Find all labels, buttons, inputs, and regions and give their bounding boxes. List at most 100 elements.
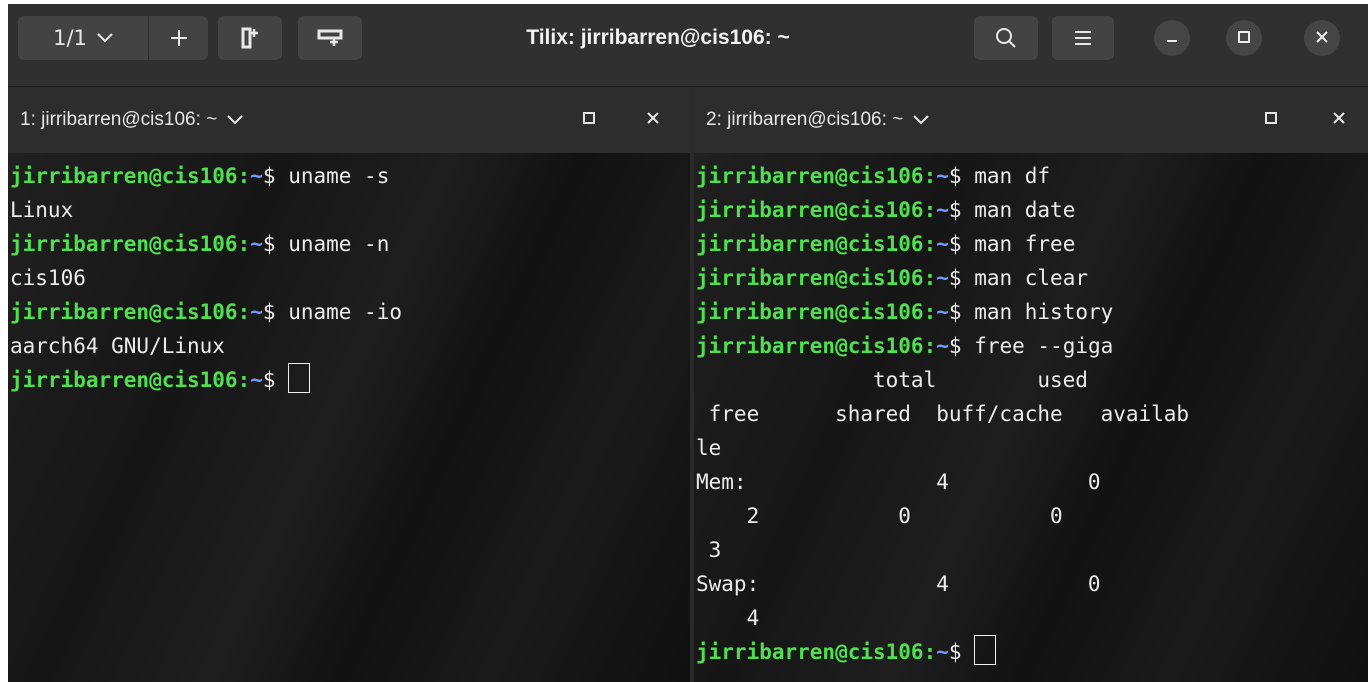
output-line: Swap: 4 0	[696, 567, 1368, 601]
prompt-line: jirribarren@cis106:~$ man date	[696, 193, 1368, 227]
output-text: free shared buff/cache availab	[696, 402, 1190, 426]
prompt-sigil: $	[262, 368, 289, 392]
pane-maximize-button[interactable]	[1262, 111, 1280, 129]
output-text: 3	[696, 538, 722, 562]
prompt-separator: :	[923, 300, 937, 324]
output-line: 3	[696, 533, 1368, 567]
pane-close-button[interactable]	[644, 111, 662, 129]
prompt-separator: :	[237, 300, 251, 324]
minimize-button[interactable]	[1154, 20, 1190, 56]
pane-title-bar: 2: jirribarren@cis106: ~	[694, 87, 1368, 153]
search-button[interactable]	[974, 16, 1038, 60]
prompt-user: jirribarren@cis106	[696, 232, 924, 256]
prompt-sigil: $	[262, 300, 289, 324]
command-text: uname -n	[288, 232, 390, 256]
pane-close-button[interactable]	[1330, 111, 1348, 129]
prompt-separator: :	[237, 232, 251, 256]
pane-title-menu[interactable]: 2: jirribarren@cis106: ~	[706, 109, 929, 131]
add-session-button[interactable]	[149, 16, 208, 60]
prompt-path: ~	[250, 368, 263, 392]
prompt-path: ~	[936, 266, 949, 290]
output-text: total used	[696, 368, 1088, 392]
terminal-output[interactable]: jirribarren@cis106:~$ uname -s Linux jirri…	[8, 153, 690, 682]
command-text: free --giga	[974, 334, 1114, 358]
output-text: Mem: 4 0	[696, 470, 1101, 494]
tilix-window: 1/1 Tilix: jirribarren@cis106: ~ 1: jirr…	[8, 4, 1368, 682]
output-line: le	[696, 431, 1368, 465]
prompt-line: jirribarren@cis106:~$ uname -io	[10, 295, 690, 329]
terminal-output[interactable]: jirribarren@cis106:~$ man df jirribarren@…	[694, 153, 1368, 682]
maximize-icon	[1264, 109, 1278, 131]
prompt-line: jirribarren@cis106:~$	[696, 635, 1368, 669]
close-icon	[1315, 29, 1329, 48]
split-down-button[interactable]	[298, 16, 362, 60]
prompt-sigil: $	[948, 334, 975, 358]
header-bar: 1/1 Tilix: jirribarren@cis106: ~	[8, 4, 1368, 87]
output-line: 4	[696, 601, 1368, 635]
prompt-user: jirribarren@cis106	[696, 164, 924, 188]
prompt-separator: :	[923, 334, 937, 358]
prompt-user: jirribarren@cis106	[696, 198, 924, 222]
prompt-sigil: $	[262, 164, 289, 188]
prompt-path: ~	[250, 232, 263, 256]
prompt-user: jirribarren@cis106	[10, 300, 238, 324]
prompt-user: jirribarren@cis106	[696, 266, 924, 290]
prompt-separator: :	[923, 198, 937, 222]
prompt-line: jirribarren@cis106:~$ uname -s	[10, 159, 690, 193]
close-icon	[646, 109, 660, 131]
prompt-line: jirribarren@cis106:~$	[10, 363, 690, 397]
output-text: cis106	[10, 266, 86, 290]
session-switcher-button[interactable]: 1/1	[18, 16, 148, 60]
prompt-path: ~	[936, 198, 949, 222]
pane-title: 1: jirribarren@cis106: ~	[20, 109, 218, 130]
session-controls: 1/1	[18, 16, 208, 60]
split-down-icon	[317, 28, 343, 48]
close-button[interactable]	[1304, 20, 1340, 56]
prompt-path: ~	[936, 640, 949, 664]
split-right-button[interactable]	[218, 16, 282, 60]
prompt-sigil: $	[948, 300, 975, 324]
output-text: 2 0 0	[696, 504, 1063, 528]
prompt-sigil: $	[948, 232, 975, 256]
chevron-down-icon	[97, 33, 113, 43]
terminal-pane-right: 2: jirribarren@cis106: ~ jirribarren@cis…	[694, 87, 1368, 682]
prompt-line: jirribarren@cis106:~$ man df	[696, 159, 1368, 193]
prompt-path: ~	[936, 334, 949, 358]
output-line: aarch64 GNU/Linux	[10, 329, 690, 363]
output-text: aarch64 GNU/Linux	[10, 334, 225, 358]
output-text: le	[696, 436, 722, 460]
output-line: free shared buff/cache availab	[696, 397, 1368, 431]
prompt-path: ~	[936, 232, 949, 256]
prompt-user: jirribarren@cis106	[10, 232, 238, 256]
prompt-path: ~	[250, 300, 263, 324]
prompt-separator: :	[237, 368, 251, 392]
prompt-path: ~	[250, 164, 263, 188]
plus-icon	[169, 28, 189, 48]
prompt-separator: :	[923, 164, 937, 188]
menu-button[interactable]	[1052, 16, 1114, 60]
maximize-button[interactable]	[1226, 20, 1262, 56]
command-text: uname -io	[288, 300, 402, 324]
pane-title-menu[interactable]: 1: jirribarren@cis106: ~	[20, 109, 243, 131]
prompt-path: ~	[936, 164, 949, 188]
prompt-line: jirribarren@cis106:~$ man free	[696, 227, 1368, 261]
output-line: 2 0 0	[696, 499, 1368, 533]
pane-title: 2: jirribarren@cis106: ~	[706, 109, 904, 130]
command-text: man df	[974, 164, 1051, 188]
prompt-separator: :	[923, 232, 937, 256]
prompt-path: ~	[936, 300, 949, 324]
pane-maximize-button[interactable]	[580, 111, 598, 129]
terminal-pane-left: 1: jirribarren@cis106: ~ jirribarren@cis…	[8, 87, 690, 682]
output-text: Linux	[10, 198, 74, 222]
maximize-icon	[1237, 29, 1251, 48]
prompt-user: jirribarren@cis106	[10, 368, 238, 392]
output-line: cis106	[10, 261, 690, 295]
prompt-line: jirribarren@cis106:~$ man history	[696, 295, 1368, 329]
hamburger-menu-icon	[1073, 30, 1093, 46]
window-title: Tilix: jirribarren@cis106: ~	[526, 26, 790, 49]
prompt-sigil: $	[948, 266, 975, 290]
prompt-line: jirribarren@cis106:~$ man clear	[696, 261, 1368, 295]
prompt-user: jirribarren@cis106	[696, 334, 924, 358]
split-terminal-icon	[240, 26, 260, 50]
prompt-line: jirribarren@cis106:~$ free --giga	[696, 329, 1368, 363]
